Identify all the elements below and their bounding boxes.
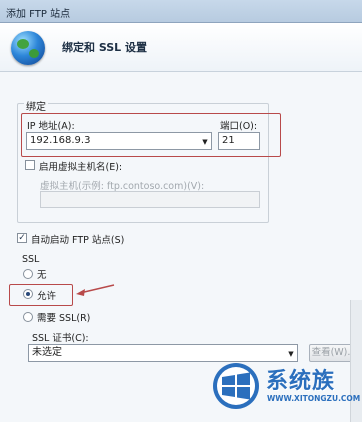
port-input[interactable]: 21 (218, 132, 260, 150)
window-title: 添加 FTP 站点 (6, 9, 71, 20)
ip-address-label: IP 地址(A): (27, 121, 75, 132)
watermark-url: WWW.XITONGZU.COM (267, 394, 361, 403)
ssl-allow-label: 允许 (37, 291, 57, 302)
watermark: 系统族 WWW.XITONGZU.COM (212, 360, 362, 422)
port-label: 端口(O): (220, 121, 258, 132)
ip-address-value: 192.168.9.3 (30, 135, 91, 146)
dialog-header (0, 23, 362, 72)
ssl-cert-label: SSL 证书(C): (32, 333, 89, 344)
watermark-brand: 系统族 (266, 369, 336, 394)
auto-start-checkbox[interactable]: ✓ (17, 233, 27, 243)
globe-icon (11, 31, 45, 65)
ssl-none-radio[interactable] (23, 269, 33, 279)
ssl-cert-value: 未选定 (32, 347, 62, 358)
virtual-host-hint: 虚拟主机(示例: ftp.contoso.com)(V): (40, 181, 205, 192)
virtual-host-checkbox[interactable] (25, 160, 35, 170)
chevron-down-icon[interactable]: ▼ (199, 134, 211, 150)
virtual-host-label: 启用虚拟主机名(E): (39, 162, 123, 173)
auto-start-label: 自动启动 FTP 站点(S) (31, 235, 125, 246)
virtual-host-input[interactable] (40, 191, 260, 208)
page-title: 绑定和 SSL 设置 (62, 41, 148, 54)
ip-address-combo[interactable]: 192.168.9.3 ▼ (26, 132, 212, 150)
ssl-section-label: SSL (22, 254, 40, 265)
ssl-none-label: 无 (37, 270, 47, 281)
windows-logo-icon (213, 363, 259, 409)
binding-group-label: 绑定 (24, 98, 48, 113)
ssl-require-label: 需要 SSL(R) (37, 313, 91, 324)
annotation-arrow-icon (76, 284, 115, 296)
title-bar: 添加 FTP 站点 (0, 0, 362, 23)
ssl-allow-radio[interactable] (23, 289, 33, 299)
ssl-require-radio[interactable] (23, 312, 33, 322)
